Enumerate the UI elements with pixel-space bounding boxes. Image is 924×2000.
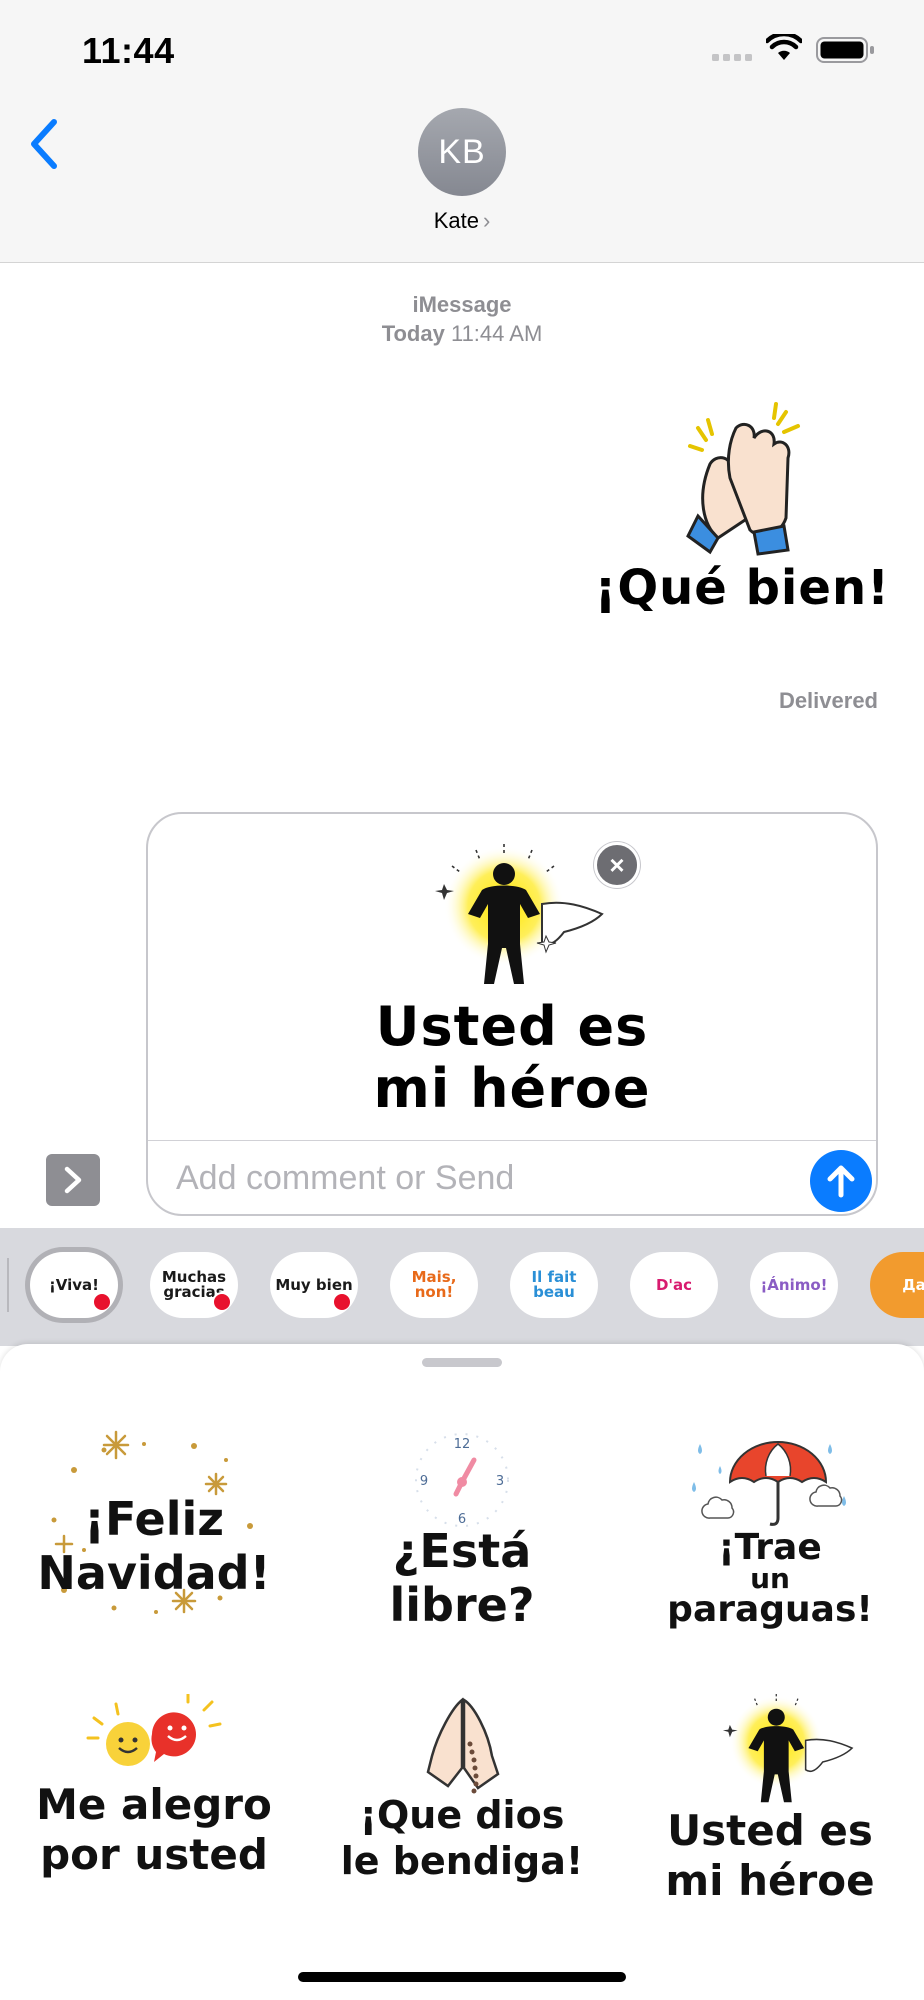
staged-sticker[interactable]: Usted es mi héroe [148, 814, 876, 1140]
sent-sticker-caption: ¡Qué bien! [594, 560, 890, 616]
sticker-pack-button[interactable]: Muchas gracias [150, 1252, 238, 1318]
sticker-pack-button[interactable]: D'ac [630, 1252, 718, 1318]
sticker-pack-button[interactable]: Il fait beau [510, 1252, 598, 1318]
timestamp-time: 11:44 AM [450, 321, 543, 346]
sticker-pack-button[interactable]: Muy bien [270, 1252, 358, 1318]
sticker-esta-libre[interactable]: 12 3 6 9 ¿Está libre? [312, 1430, 612, 1676]
comment-input[interactable] [174, 1150, 738, 1206]
sticker-caption-line: libre? [389, 1578, 535, 1632]
sticker-pack-label: ¡Ánimo! [760, 1275, 828, 1294]
sticker-caption-line: ¡Trae [718, 1527, 822, 1568]
superhero-silhouette-icon [435, 844, 604, 984]
clock-numeral: 12 [454, 1437, 471, 1452]
arrow-up-icon [827, 1165, 855, 1198]
contact-name-button[interactable]: Kate › [0, 208, 924, 234]
delivery-status: Delivered [778, 688, 878, 713]
drawer-grabber[interactable] [422, 1358, 502, 1367]
sticker-caption-line: Me alegro [36, 1780, 272, 1829]
sticker-caption: Usted es mi héroe [620, 1806, 920, 1906]
sticker-caption-line: Navidad! [37, 1546, 271, 1600]
sticker-feliz-navidad[interactable]: ¡Feliz Navidad! [4, 1430, 304, 1676]
sticker-pack-label: Muy bien [275, 1275, 353, 1294]
close-icon: × [609, 849, 625, 880]
sticker-pack-label: D'ac [655, 1275, 693, 1294]
sticker-caption: ¡Trae un paraguas! [620, 1530, 920, 1628]
animated-badge-icon [212, 1292, 232, 1312]
clock-numeral: 9 [420, 1474, 428, 1489]
contact-name: Kate [433, 208, 479, 233]
sticker-caption: ¡Que dios le bendiga! [312, 1792, 612, 1884]
sticker-caption-line: paraguas! [667, 1589, 873, 1630]
sticker-pack-button[interactable]: ¡Ánimo! [750, 1252, 838, 1318]
compose-divider [148, 1140, 876, 1141]
wifi-icon [766, 34, 802, 60]
sticker-pack-button[interactable]: Mais, non! [390, 1252, 478, 1318]
contact-avatar[interactable]: KB [418, 108, 506, 196]
sticker-me-alegro[interactable]: Me alegro por usted [4, 1694, 304, 1940]
chevron-right-icon: › [482, 208, 491, 233]
compose-box: Usted es mi héroe × [146, 812, 878, 1216]
animated-badge-icon [332, 1292, 352, 1312]
show-apps-button[interactable] [46, 1154, 100, 1206]
sticker-caption: Me alegro por usted [4, 1780, 304, 1880]
sticker-caption-line: ¡Que dios [359, 1793, 565, 1837]
sticker-usted-es-mi-heroe[interactable]: Usted es mi héroe [620, 1694, 920, 1940]
clock-numeral: 3 [496, 1474, 504, 1489]
sticker-pack-button[interactable]: Да [870, 1252, 924, 1318]
sticker-pack-strip[interactable]: ¡Viva! Muchas gracias Muy bien Mais, non! Il… [0, 1228, 924, 1346]
back-button[interactable] [24, 116, 64, 172]
chevron-right-icon [64, 1166, 82, 1194]
sticker-que-dios-le-bendiga[interactable]: ¡Que dios le bendiga! [312, 1694, 612, 1940]
avatar-initials: KB [438, 132, 486, 171]
staged-sticker-caption: Usted es mi héroe [148, 996, 876, 1120]
message-timestamp: Today 11:44 AM [0, 321, 924, 347]
sticker-caption-line: ¡Feliz [83, 1492, 225, 1546]
animated-badge-icon [92, 1292, 112, 1312]
service-label: iMessage [412, 292, 512, 317]
sticker-pack-label: ¡Viva! [48, 1275, 100, 1294]
chevron-left-icon [31, 119, 57, 169]
sticker-pack-button[interactable]: ¡Viva! [30, 1252, 118, 1318]
timestamp-day: Today [381, 321, 445, 346]
sticker-caption: ¡Feliz Navidad! [4, 1492, 304, 1600]
home-indicator[interactable] [298, 1972, 626, 1982]
clock-icon: 12 3 6 9 [415, 1433, 509, 1527]
status-time: 11:44 [82, 30, 175, 71]
happy-faces-icon [86, 1694, 222, 1766]
sticker-pack-label: Mais, non! [411, 1268, 457, 1301]
superhero-silhouette-icon [722, 1694, 854, 1803]
staged-caption-line2: mi héroe [373, 1057, 651, 1120]
umbrella-rain-icon [692, 1441, 846, 1526]
battery-icon [816, 37, 874, 63]
sticker-pack-label: Да [902, 1275, 924, 1294]
send-button[interactable] [810, 1150, 872, 1212]
sticker-pack-label: Il fait beau [531, 1268, 577, 1301]
sticker-trae-paraguas[interactable]: ¡Trae un paraguas! [620, 1430, 920, 1676]
strip-divider [7, 1258, 9, 1312]
praying-hands-icon [426, 1697, 500, 1794]
cellular-signal-icon [712, 54, 752, 61]
clapping-hands-icon [686, 402, 800, 556]
staged-caption-line1: Usted es [375, 995, 649, 1058]
sticker-caption-line: ¿Está [392, 1524, 532, 1578]
sticker-caption: ¿Está libre? [312, 1524, 612, 1632]
sticker-caption-line: mi héroe [665, 1856, 875, 1905]
remove-sticker-button[interactable]: × [594, 842, 640, 888]
sticker-caption-line: por usted [40, 1830, 268, 1879]
sticker-caption-line: le bendiga! [340, 1839, 584, 1883]
sticker-caption-line: Usted es [667, 1806, 873, 1855]
